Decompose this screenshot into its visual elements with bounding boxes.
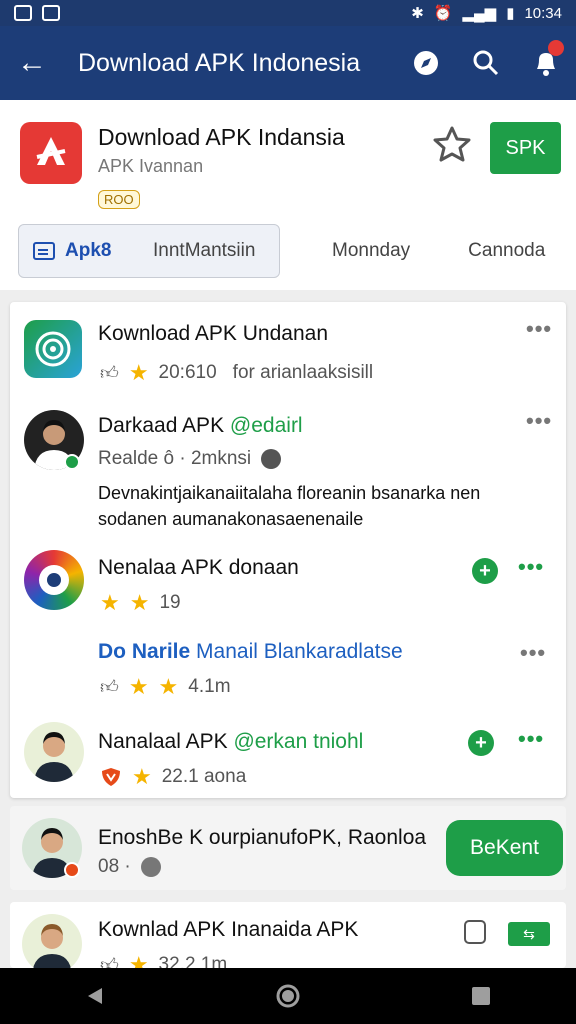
add-icon[interactable]: + — [468, 730, 494, 756]
avatar — [22, 914, 82, 974]
notifications-button[interactable] — [516, 26, 576, 100]
swap-icon[interactable]: ⇆ — [508, 922, 550, 946]
more-options-icon[interactable]: ••• — [518, 554, 544, 580]
tab-label: Apk8 — [65, 240, 112, 261]
more-options-icon[interactable]: ••• — [518, 726, 544, 752]
item-body: Devnakintjaikanaiitalaha floreanin bsana… — [98, 483, 481, 529]
app-logo-icon — [20, 122, 82, 184]
star-icon: ★ — [128, 360, 149, 385]
page-title: Download APK Indonesia — [78, 48, 361, 77]
item-handle[interactable]: @edairl — [230, 414, 303, 437]
alarm-icon: ⏰ — [433, 5, 453, 22]
rating-count: 19 — [159, 592, 181, 613]
item-title: Do Narile — [98, 640, 191, 663]
home-nav-icon[interactable] — [275, 983, 301, 1009]
item-meta: 👍︎ ★ 20:610 for arianlaaksisill — [100, 360, 373, 386]
avatar — [24, 722, 84, 782]
globe-icon — [261, 449, 282, 469]
system-nav-bar — [0, 968, 576, 1024]
tab-monday[interactable]: Monnday — [332, 224, 410, 278]
rating-count: 20:610 — [158, 362, 217, 383]
app-logo-icon — [24, 550, 84, 610]
favorite-star-icon[interactable] — [432, 124, 472, 164]
app-list-card: Kownload APK Undanan ••• 👍︎ ★ 20:610 for… — [10, 302, 566, 798]
globe-icon — [140, 857, 161, 877]
tab-sublabel: InntMantsiin — [153, 240, 256, 261]
rating-count: 4.1m — [188, 676, 231, 697]
list-item[interactable]: Kownlad APK Inanaida APK ⇆ 👍︎ ★ 32.2 1m — [10, 902, 566, 977]
item-meta-text: Realde ô · 2mknsi — [98, 448, 252, 469]
save-icon[interactable] — [464, 920, 486, 944]
battery-icon: ▮ — [506, 5, 515, 22]
compass-button[interactable] — [396, 26, 456, 100]
star-icon: ★ — [100, 590, 120, 615]
more-options-icon[interactable]: ••• — [526, 316, 552, 342]
back-nav-icon[interactable] — [84, 985, 106, 1007]
tab-canada[interactable]: Cannoda — [468, 224, 545, 278]
notification-badge — [548, 40, 564, 56]
item-meta: 08 · — [98, 856, 161, 878]
item-name: Darkaad APK @edairl — [98, 414, 303, 438]
more-options-icon[interactable]: ••• — [526, 408, 552, 434]
thumbs-up-icon: 👍︎ — [100, 677, 119, 697]
item-meta: 👍︎ ★ ★ 4.1m — [100, 674, 231, 700]
image-notification-icon — [14, 5, 32, 21]
search-icon — [473, 50, 499, 76]
star-icon: ★ — [158, 674, 179, 699]
item-meta-text: 08 · — [98, 856, 131, 877]
thumbs-up-icon: 👍︎ — [100, 363, 119, 383]
compass-icon — [414, 51, 438, 75]
app-name: Download APK Indansia — [98, 124, 345, 150]
clock: 10:34 — [524, 4, 562, 22]
gallery-notification-icon — [42, 5, 60, 21]
back-arrow-icon[interactable]: ← — [0, 26, 64, 100]
target-icon — [35, 331, 71, 367]
list-icon — [33, 242, 55, 260]
recents-nav-icon[interactable] — [470, 985, 492, 1007]
app-icon — [24, 320, 82, 378]
item-link[interactable]: Manail Blankaradlatse — [196, 640, 403, 663]
tab-apk[interactable]: Apk8 InntMantsiin — [18, 224, 280, 278]
app-bar: ← Download APK Indonesia — [0, 26, 576, 100]
item-name: Do Narile Manail Blankaradlatse — [98, 640, 403, 664]
item-handle[interactable]: @erkan tniohl — [233, 730, 363, 753]
rating-badge: ROO — [98, 190, 140, 209]
signal-icon: ▂▄▆ — [462, 5, 497, 22]
star-icon: ★ — [132, 764, 152, 789]
item-title: Darkaad APK — [98, 414, 225, 437]
more-options-icon[interactable]: ••• — [520, 640, 546, 666]
status-badge-icon — [64, 862, 80, 878]
primary-action-button[interactable]: BeKent — [446, 820, 563, 876]
item-name: EnoshBe K ourpianufoPK, Raonloa — [98, 826, 427, 849]
install-button[interactable]: SPK — [490, 122, 561, 174]
status-bar: ✱ ⏰ ▂▄▆ ▮ 10:34 — [0, 0, 576, 26]
verified-badge-icon — [64, 454, 80, 470]
item-title: Nanalaal APK — [98, 730, 228, 753]
bluetooth-icon: ✱ — [411, 5, 424, 22]
item-meta: ★ ★ 19 — [100, 590, 181, 616]
item-meta: ★ 22.1 aona — [100, 764, 246, 790]
item-name: Kownlad APK Inanaida APK — [98, 918, 359, 941]
item-name: Nanalaal APK @erkan tniohl — [98, 730, 363, 754]
item-detail: for arianlaaksisill — [232, 362, 374, 383]
star-icon: ★ — [128, 674, 149, 699]
add-icon[interactable]: + — [472, 558, 498, 584]
app-subtitle: APK Ivannan — [98, 156, 204, 176]
app-header-card: Download APK Indansia APK Ivannan ROO SP… — [0, 100, 576, 290]
rating-count: 22.1 aona — [161, 766, 247, 787]
tab-bar: Apk8 InntMantsiin Monnday Cannoda — [18, 224, 558, 278]
shield-icon — [102, 768, 120, 786]
item-meta: Realde ô · 2mknsi — [98, 448, 282, 470]
search-button[interactable] — [456, 26, 516, 100]
star-icon: ★ — [129, 590, 150, 615]
item-name: Nenalaa APK donaan — [98, 556, 299, 579]
item-name: Kownload APK Undanan — [98, 322, 329, 345]
